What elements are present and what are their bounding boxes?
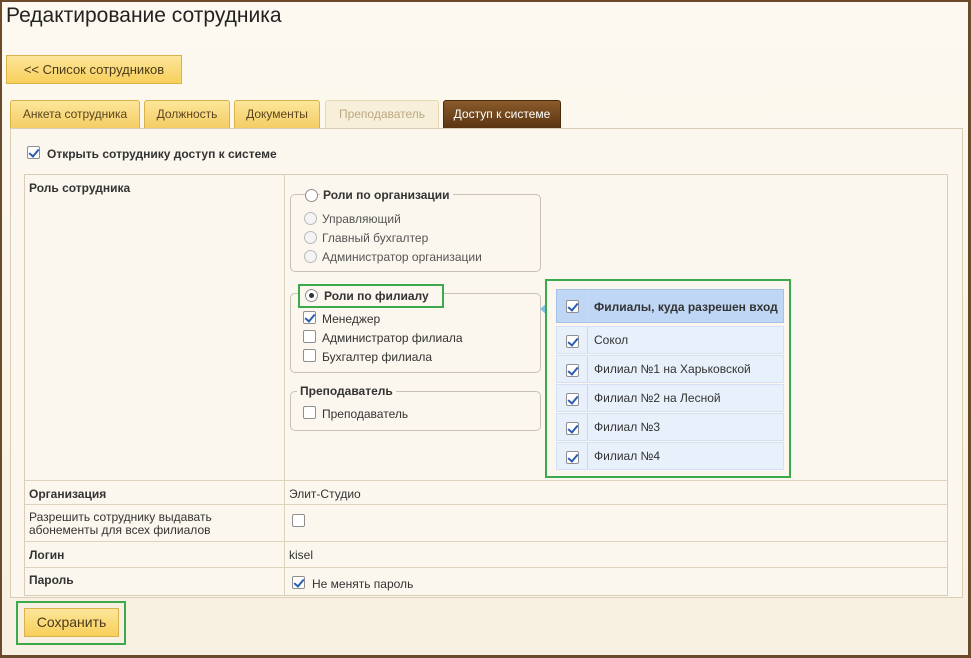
branch-row: Филиал №4: [556, 442, 784, 470]
login-value: kisel: [289, 548, 314, 562]
branches-header-label: Филиалы, куда разрешен вход: [594, 300, 778, 314]
branch-row-divider: [587, 356, 588, 382]
open-access-label: Открыть сотруднику доступ к системе: [47, 147, 277, 161]
page-title: Редактирование сотрудника: [6, 4, 282, 27]
org-roles-radio[interactable]: [305, 189, 318, 202]
branches-select-all-checkbox[interactable]: [566, 300, 579, 313]
manager-label: Менеджер: [322, 312, 381, 326]
role-row-label: Роль сотрудника: [29, 181, 131, 195]
branch-label: Филиал №1 на Харьковской: [594, 362, 751, 376]
branch-checkbox[interactable]: [566, 335, 579, 348]
teacher-group-title: Преподаватель: [297, 384, 396, 398]
branch-row: Филиал №3: [556, 413, 784, 441]
branch-checkbox[interactable]: [566, 393, 579, 406]
role-manager-radio: [304, 212, 317, 225]
teacher-label: Преподаватель: [322, 407, 409, 421]
branch-row-divider: [587, 443, 588, 469]
subscriptions-checkbox[interactable]: [292, 514, 305, 527]
subscriptions-label: Разрешить сотруднику выдавать абонементы…: [29, 510, 212, 537]
branch-row: Сокол: [556, 326, 784, 354]
login-label: Логин: [29, 548, 65, 562]
organization-label: Организация: [29, 487, 107, 501]
branch-checkbox[interactable]: [566, 422, 579, 435]
row-divider: [25, 541, 947, 542]
row-divider: [25, 567, 947, 568]
column-divider: [284, 175, 285, 595]
branch-label: Филиал №2 на Лесной: [594, 391, 721, 405]
teacher-checkbox[interactable]: [303, 406, 316, 419]
keep-password-checkbox[interactable]: [292, 576, 305, 589]
branch-row: Филиал №1 на Харьковской: [556, 355, 784, 383]
tab-system-access[interactable]: Доступ к системе: [443, 100, 561, 128]
branch-accountant-label: Бухгалтер филиала: [322, 350, 433, 364]
branch-roles-title: Роли по филиалу: [324, 289, 429, 303]
password-label: Пароль: [29, 573, 74, 587]
branch-label: Филиал №3: [594, 420, 661, 434]
role-chief-accountant-radio: [304, 231, 317, 244]
role-org-admin-label: Администратор организации: [322, 250, 482, 264]
branch-row-divider: [587, 327, 588, 353]
tab-position[interactable]: Должность: [144, 100, 230, 128]
branch-row-divider: [587, 414, 588, 440]
branch-admin-checkbox[interactable]: [303, 330, 316, 343]
branch-checkbox[interactable]: [566, 364, 579, 377]
tab-documents[interactable]: Документы: [234, 100, 320, 128]
manager-checkbox[interactable]: [303, 311, 316, 324]
branch-roles-radio[interactable]: [305, 289, 318, 302]
branches-header: Филиалы, куда разрешен вход: [556, 289, 784, 323]
branches-header-divider: [587, 290, 588, 322]
open-access-checkbox[interactable]: [27, 146, 40, 159]
role-chief-accountant-label: Главный бухгалтер: [322, 231, 429, 245]
branch-row-divider: [587, 385, 588, 411]
branch-accountant-checkbox[interactable]: [303, 349, 316, 362]
branch-admin-label: Администратор филиала: [322, 331, 463, 345]
branch-row: Филиал №2 на Лесной: [556, 384, 784, 412]
role-manager-label: Управляющий: [322, 212, 401, 226]
org-roles-title: Роли по организации: [320, 188, 453, 202]
save-button[interactable]: Сохранить: [24, 608, 119, 637]
branches-box: Филиалы, куда разрешен вход Сокол Филиал…: [545, 279, 791, 478]
branch-label: Филиал №4: [594, 449, 661, 463]
back-to-list-button[interactable]: << Список сотрудников: [6, 55, 182, 84]
organization-value: Элит-Студио: [289, 487, 361, 501]
row-divider: [25, 480, 947, 481]
keep-password-label: Не менять пароль: [312, 577, 414, 591]
tab-profile[interactable]: Анкета сотрудника: [10, 100, 140, 128]
role-org-admin-radio: [304, 250, 317, 263]
row-divider: [25, 504, 947, 505]
branch-label: Сокол: [594, 333, 629, 347]
tab-teacher: Преподаватель: [325, 100, 439, 128]
branch-checkbox[interactable]: [566, 451, 579, 464]
